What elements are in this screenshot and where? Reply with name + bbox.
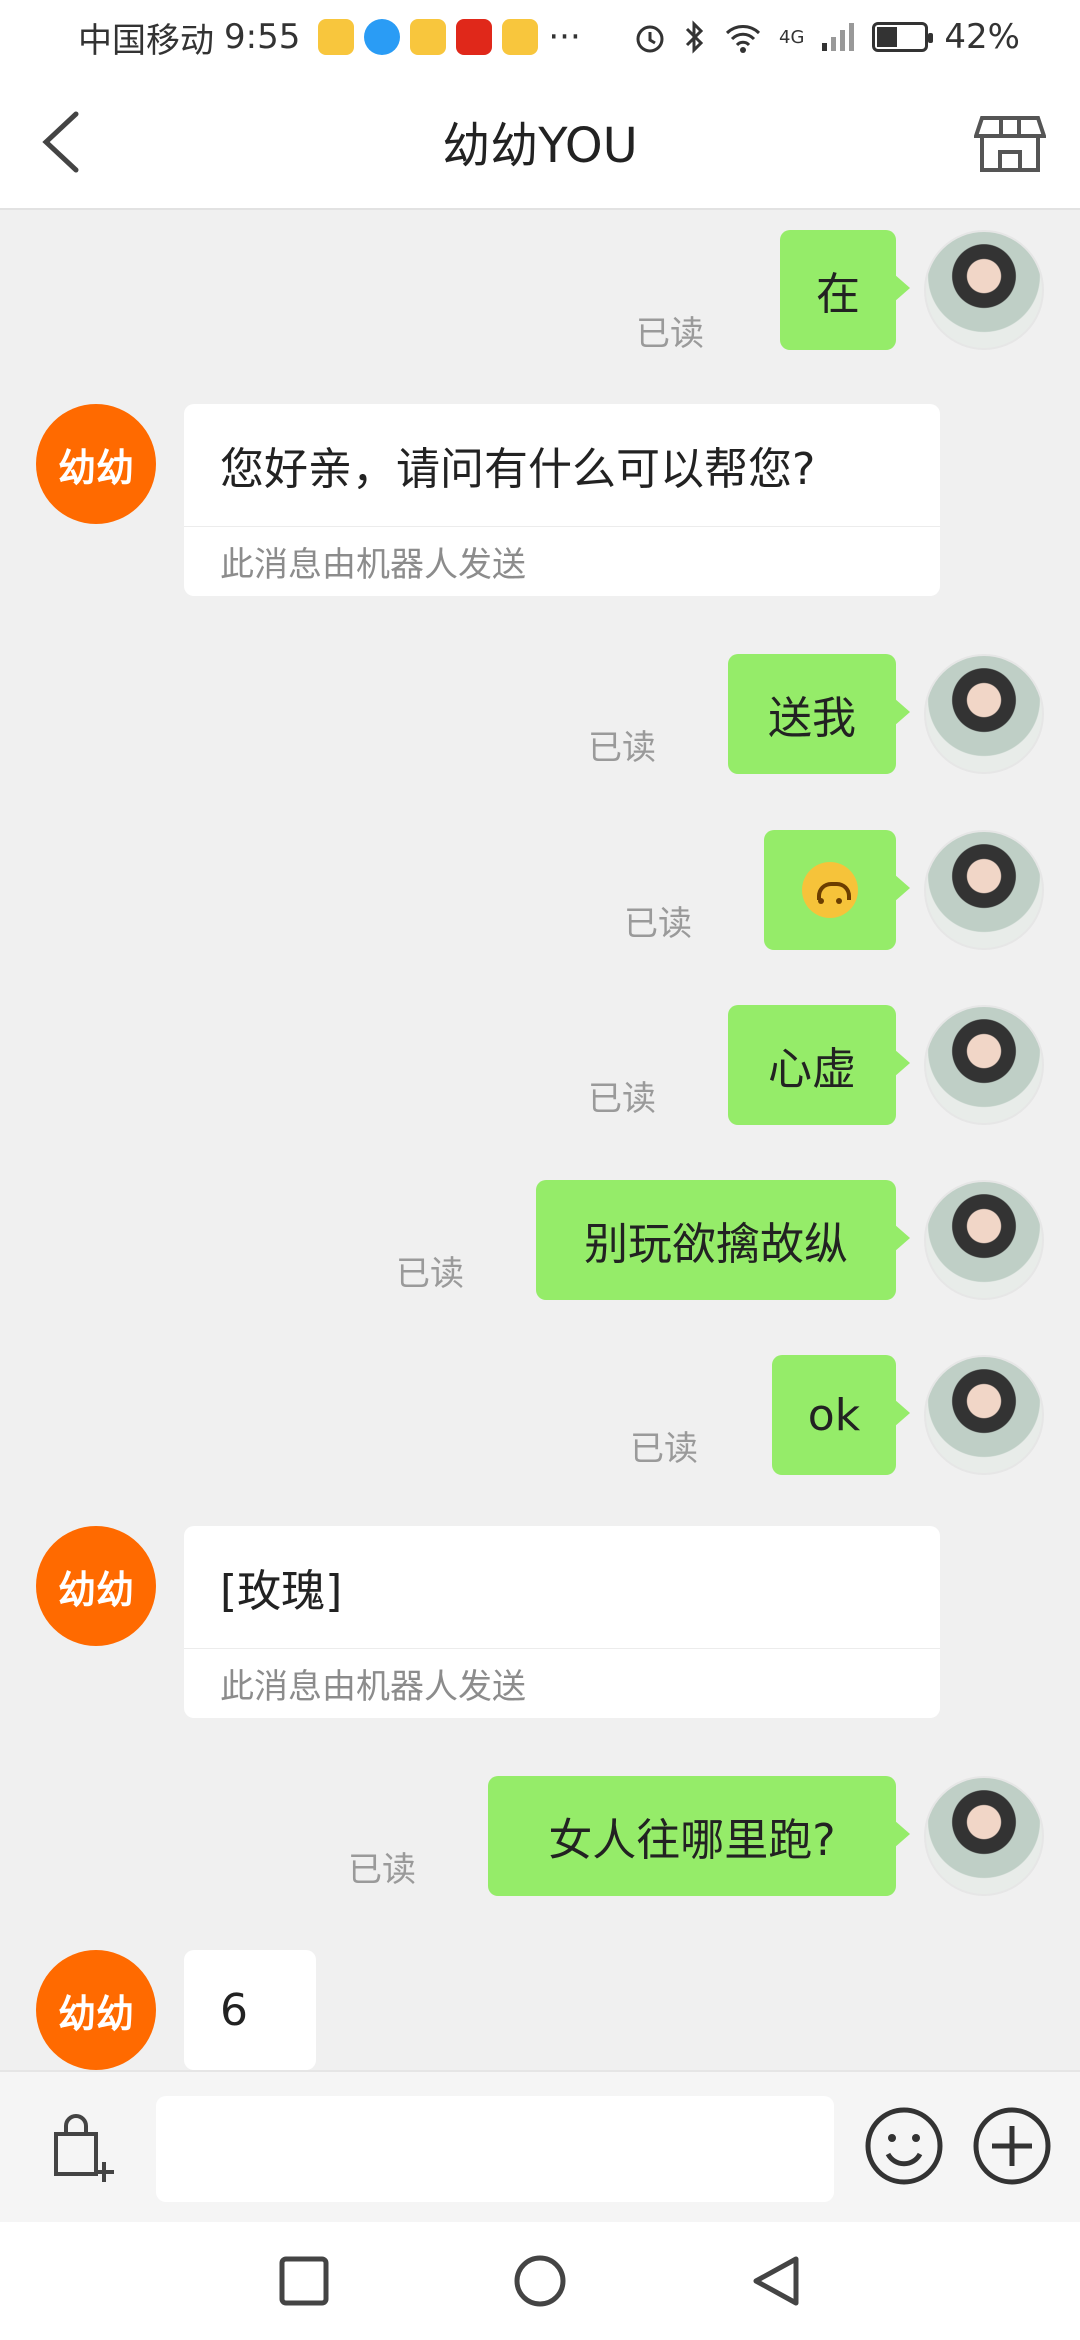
read-receipt: 已读 <box>636 314 704 354</box>
message-bubble[interactable]: 在 <box>780 230 910 350</box>
back-nav-icon[interactable] <box>750 2253 802 2309</box>
read-receipt: 已读 <box>624 904 692 944</box>
message-bubble[interactable]: 女人往哪里跑? <box>488 1776 910 1896</box>
shop-avatar[interactable]: 幼幼 <box>36 1526 156 1646</box>
wifi-icon <box>725 25 761 53</box>
recents-icon[interactable] <box>278 2255 330 2307</box>
avatar[interactable] <box>924 230 1044 350</box>
bot-note: 此消息由机器人发送 <box>184 526 940 596</box>
message-bubble[interactable]: 心虚 <box>728 1005 910 1125</box>
message-bubble[interactable]: 送我 <box>728 654 910 774</box>
bluetooth-icon <box>685 20 704 54</box>
avatar[interactable] <box>924 1355 1044 1475</box>
message-bubble[interactable] <box>764 830 910 950</box>
alarm-icon <box>636 25 664 53</box>
message-bubble[interactable]: 6 <box>184 1950 316 2070</box>
input-bar <box>0 2070 1080 2222</box>
network-type-label: 4G <box>779 27 805 48</box>
weibo-icon <box>318 19 355 55</box>
qq-browser-icon <box>364 19 401 55</box>
read-receipt: 已读 <box>348 1850 416 1890</box>
message-bubble[interactable]: 别玩欲擒故纵 <box>536 1180 910 1300</box>
message-text: 您好亲，请问有什么可以帮您? <box>220 444 816 495</box>
message-list[interactable]: 已读 在 幼幼 您好亲，请问有什么可以帮您? 此消息由机器人发送 已读 送我 已… <box>0 210 1080 2070</box>
more-notifications-icon: ··· <box>548 17 581 57</box>
carrier-label: 中国移动 <box>78 20 214 61</box>
taobao-icon <box>456 19 493 55</box>
shop-avatar[interactable]: 幼幼 <box>36 404 156 524</box>
avatar[interactable] <box>924 654 1044 774</box>
read-receipt: 已读 <box>588 728 656 768</box>
home-icon[interactable] <box>512 2253 568 2309</box>
read-receipt: 已读 <box>588 1079 656 1119</box>
avatar[interactable] <box>924 1180 1044 1300</box>
weibo-icon <box>502 19 539 55</box>
shopping-bag-icon[interactable] <box>40 2104 124 2188</box>
system-nav-bar <box>0 2222 1080 2340</box>
store-icon[interactable] <box>974 104 1046 180</box>
avatar[interactable] <box>924 1005 1044 1125</box>
chat-header: 幼幼YOU <box>0 74 1080 210</box>
avatar[interactable] <box>924 1776 1044 1896</box>
message-bubble[interactable]: 您好亲，请问有什么可以帮您? 此消息由机器人发送 <box>184 404 940 596</box>
status-bar: 中国移动 9:55 ··· 4G 42% <box>0 0 1080 74</box>
clock: 9:55 <box>224 17 301 57</box>
upside-down-face-icon <box>802 862 858 918</box>
weibo-icon <box>410 19 447 55</box>
page-title: 幼幼YOU <box>442 118 638 174</box>
read-receipt: 已读 <box>396 1254 464 1294</box>
shop-avatar[interactable]: 幼幼 <box>36 1950 156 2070</box>
read-receipt: 已读 <box>630 1429 698 1469</box>
battery-level <box>877 27 897 47</box>
emoji-icon[interactable] <box>862 2104 946 2188</box>
avatar[interactable] <box>924 830 1044 950</box>
plus-icon[interactable] <box>970 2104 1054 2188</box>
signal-icon <box>822 23 855 51</box>
message-input[interactable] <box>156 2096 834 2202</box>
battery-icon <box>872 22 934 52</box>
bot-note: 此消息由机器人发送 <box>184 1648 940 1718</box>
message-text: [玫瑰] <box>220 1566 343 1617</box>
message-bubble[interactable]: ok <box>772 1355 910 1475</box>
message-bubble[interactable]: [玫瑰] 此消息由机器人发送 <box>184 1526 940 1718</box>
back-icon[interactable] <box>30 104 100 180</box>
battery-percent: 42% <box>944 17 1020 57</box>
